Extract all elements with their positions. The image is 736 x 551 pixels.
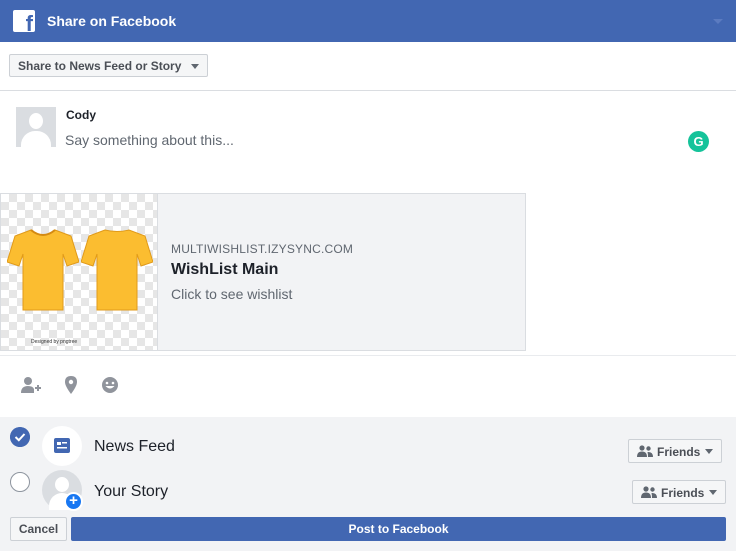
your-story-checkbox[interactable] [10, 472, 30, 492]
grammarly-icon[interactable]: G [688, 131, 709, 152]
link-preview-image: Designed by pngtree [1, 194, 158, 350]
image-caption: Designed by pngtree [31, 339, 78, 345]
dialog-header: f Share on Facebook [0, 0, 736, 42]
privacy-label: Friends [657, 445, 701, 459]
tshirt-back-image [81, 229, 153, 311]
your-story-privacy-dropdown[interactable]: Friends [632, 480, 726, 504]
news-feed-privacy-dropdown[interactable]: Friends [628, 439, 722, 463]
news-feed-label: News Feed [94, 438, 175, 455]
link-domain: MULTIWISHLIST.IZYSYNC.COM [171, 242, 354, 256]
your-story-avatar: + [42, 470, 83, 511]
link-title: WishList Main [171, 261, 279, 278]
cancel-button[interactable]: Cancel [10, 517, 67, 541]
caret-down-icon [191, 64, 199, 69]
link-preview-card[interactable]: Designed by pngtree MULTIWISHLIST.IZYSYN… [0, 193, 526, 351]
feeling-icon[interactable] [99, 375, 121, 395]
friends-icon [641, 486, 657, 498]
news-feed-checkbox[interactable] [10, 427, 30, 447]
user-name: Cody [66, 108, 96, 122]
tshirt-front-image [7, 229, 79, 311]
facebook-logo-icon: f [13, 10, 35, 32]
post-text-input[interactable]: Say something about this... [65, 132, 234, 148]
news-feed-icon [42, 426, 82, 466]
your-story-label: Your Story [94, 483, 169, 500]
friends-icon [637, 445, 653, 457]
divider [0, 90, 736, 91]
avatar [16, 107, 56, 147]
link-description: Click to see wishlist [171, 286, 293, 302]
share-destination-dropdown[interactable]: Share to News Feed or Story [9, 54, 208, 77]
tag-friends-icon[interactable] [20, 375, 42, 395]
divider [0, 355, 736, 356]
caret-down-icon [705, 449, 713, 454]
privacy-label: Friends [661, 486, 705, 500]
location-icon[interactable] [60, 375, 82, 395]
dialog-title: Share on Facebook [47, 13, 177, 29]
share-destination-label: Share to News Feed or Story [18, 59, 182, 73]
caret-down-icon [709, 490, 717, 495]
chevron-down-icon[interactable] [713, 19, 723, 24]
add-story-icon: + [64, 492, 83, 511]
post-to-facebook-button[interactable]: Post to Facebook [71, 517, 726, 541]
